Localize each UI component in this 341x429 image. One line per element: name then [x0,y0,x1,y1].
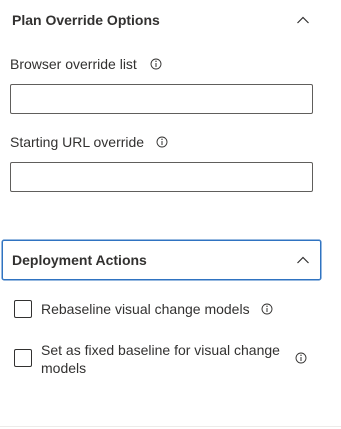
rebaseline-visual-change-models-label[interactable]: Rebaseline visual change models [41,300,250,318]
chevron-up-icon[interactable] [296,254,310,266]
plan-override-options-title: Plan Override Options [12,12,160,28]
starting-url-override-label: Starting URL override [10,134,145,150]
starting-url-override-input[interactable] [10,162,313,192]
info-icon[interactable] [295,352,307,364]
info-icon[interactable] [261,303,273,315]
deployment-actions-title: Deployment Actions [12,252,147,268]
info-icon[interactable] [150,58,162,70]
info-icon[interactable] [156,136,168,148]
browser-override-list-label: Browser override list [10,56,137,72]
chevron-up-icon[interactable] [296,14,310,26]
fixed-baseline-checkbox[interactable] [14,349,32,367]
deployment-actions-header[interactable]: Deployment Actions [2,240,321,280]
plan-override-options-header[interactable]: Plan Override Options [2,0,321,40]
plan-override-panel: Plan Override Options Browser override l… [0,0,341,429]
rebaseline-visual-change-models-checkbox[interactable] [14,300,32,318]
bottom-divider [0,426,341,427]
fixed-baseline-label[interactable]: Set as fixed baseline for visual change … [41,341,281,377]
browser-override-list-input[interactable] [10,84,313,114]
